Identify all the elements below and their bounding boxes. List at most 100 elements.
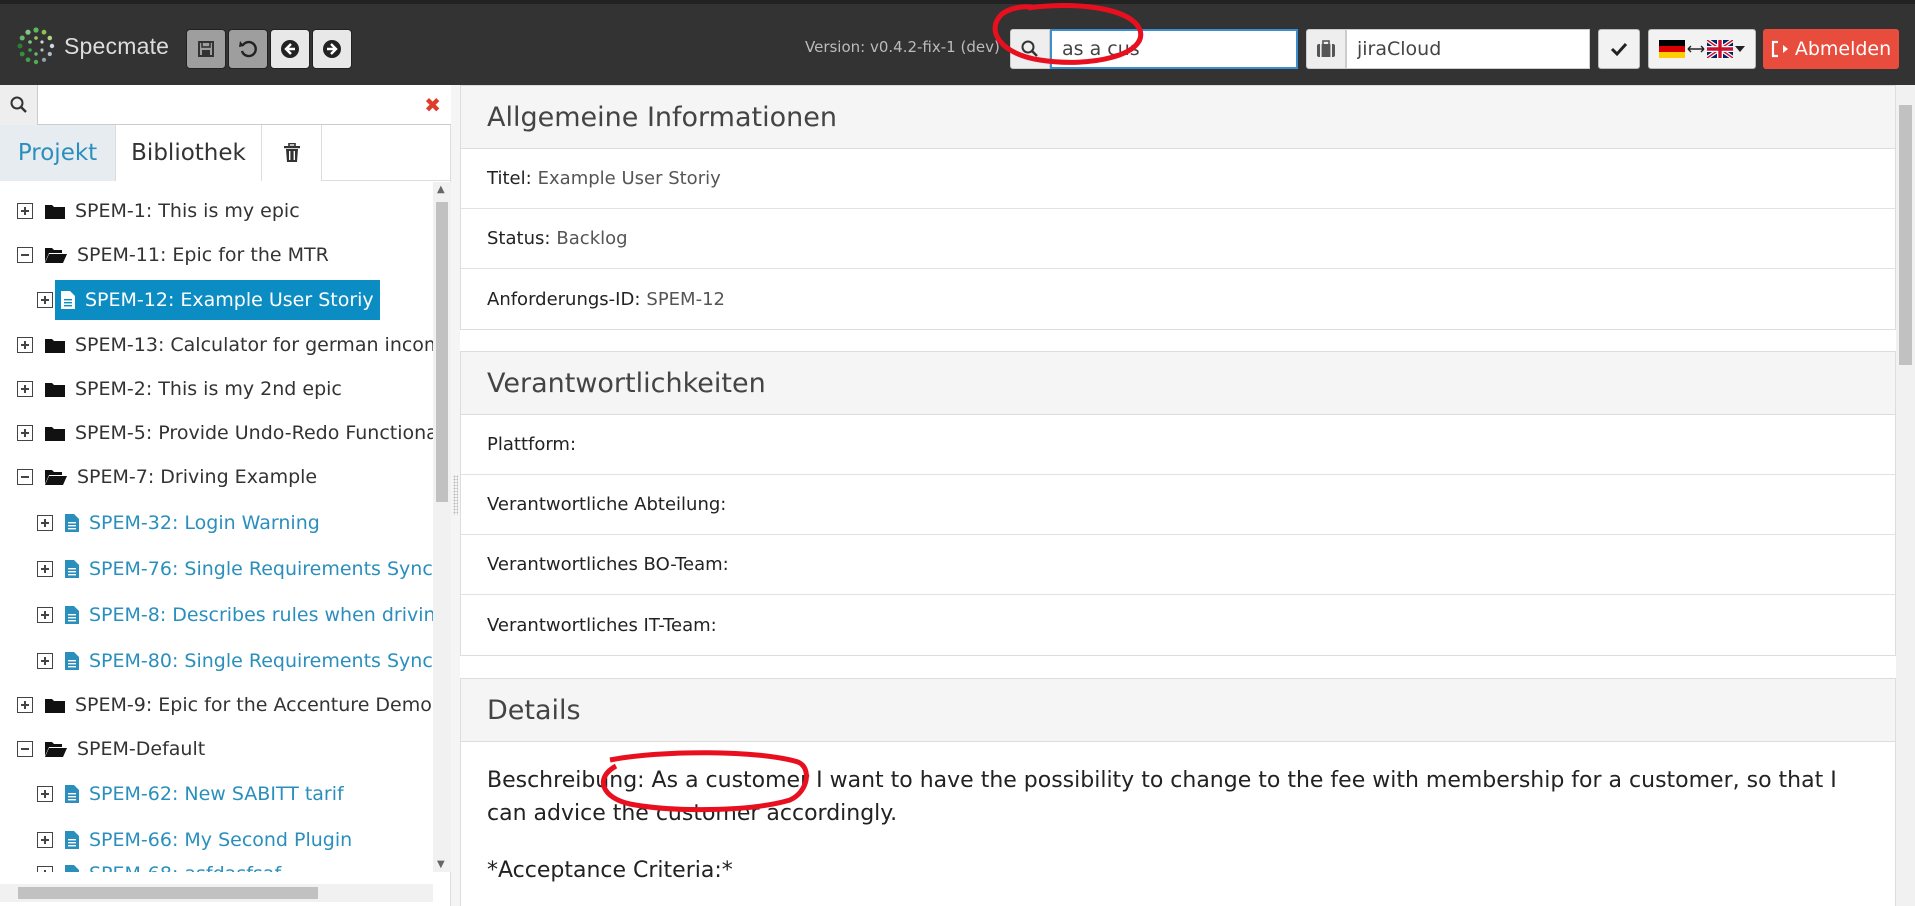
expand-icon[interactable] <box>17 697 33 713</box>
collapse-icon[interactable] <box>17 247 33 263</box>
document-icon <box>65 514 79 532</box>
scroll-thumb[interactable] <box>1899 105 1912 365</box>
tree-item[interactable]: SPEM-32: Login Warning <box>37 503 320 543</box>
tree-item[interactable]: SPEM-2: This is my 2nd epic <box>17 369 342 409</box>
tab-project-label: Projekt <box>17 140 98 166</box>
expand-icon[interactable] <box>37 515 53 531</box>
forward-button[interactable] <box>312 29 352 69</box>
tree-item[interactable]: SPEM-68: asfdasfsaf <box>37 854 281 872</box>
splitter-grip-icon[interactable] <box>453 475 458 515</box>
tree-search-input[interactable] <box>40 89 410 121</box>
tree-item[interactable]: SPEM-9: Epic for the Accenture Demo <box>17 685 432 725</box>
tree-item[interactable]: SPEM-76: Single Requirements Sync Te <box>37 549 433 589</box>
responsibilities-panel: Verantwortlichkeiten Plattform: Verantwo… <box>460 351 1896 656</box>
it-team-row: Verantwortliches IT-Team: <box>461 595 1895 655</box>
expand-icon[interactable] <box>17 381 33 397</box>
brand[interactable]: Specmate <box>16 24 169 68</box>
arrow-left-circle-icon <box>281 40 299 58</box>
collapse-icon[interactable] <box>17 741 33 757</box>
tree-horizontal-scrollbar[interactable] <box>0 884 433 902</box>
search-icon <box>1021 40 1038 57</box>
field-value: Backlog <box>556 228 628 249</box>
main-vertical-scrollbar[interactable] <box>1896 85 1915 906</box>
tree-item[interactable]: SPEM-80: Single Requirements Sync Te <box>37 641 433 681</box>
arrow-right-circle-icon <box>323 40 341 58</box>
brand-name: Specmate <box>64 32 170 59</box>
tree-item[interactable]: SPEM-5: Provide Undo-Redo Functionalit <box>17 413 433 453</box>
clear-search-icon[interactable]: ✖ <box>424 95 441 115</box>
folder-open-icon <box>45 247 67 263</box>
expand-icon[interactable] <box>17 337 33 353</box>
search-addon <box>1010 29 1050 69</box>
scroll-thumb[interactable] <box>436 202 448 502</box>
scroll-thumb[interactable] <box>18 887 318 899</box>
collapse-icon[interactable] <box>17 469 33 485</box>
tab-library-label: Bibliothek <box>131 140 246 166</box>
tree-item-selected[interactable]: SPEM-12: Example User Storiy <box>37 280 380 320</box>
uk-flag-icon <box>1707 40 1733 58</box>
expand-icon[interactable] <box>37 832 53 848</box>
field-value: SPEM-12 <box>646 288 725 310</box>
scroll-down-icon[interactable]: ▼ <box>437 859 445 870</box>
tree-item-label: SPEM-9: Epic for the Accenture Demo <box>75 694 432 716</box>
save-icon <box>198 41 214 57</box>
tree-item[interactable]: SPEM-8: Describes rules when driving i <box>37 595 433 635</box>
tree-item-label: SPEM-76: Single Requirements Sync Te <box>89 558 433 580</box>
caret-down-icon <box>1735 46 1745 52</box>
tree-item[interactable]: SPEM-13: Calculator for german income <box>17 325 433 365</box>
field-label: Plattform: <box>487 434 577 455</box>
project-input[interactable] <box>1346 29 1590 69</box>
description-text: Beschreibung: As a customer I want to ha… <box>487 768 1837 826</box>
tree-search-addon <box>0 85 38 125</box>
document-icon <box>65 785 79 803</box>
tab-trash[interactable] <box>262 125 322 181</box>
field-label: Anforderungs-ID: <box>487 288 641 310</box>
tree-item[interactable]: SPEM-Default <box>17 729 205 769</box>
selected-item[interactable]: SPEM-12: Example User Storiy <box>55 280 380 320</box>
save-button[interactable] <box>186 29 226 69</box>
expand-icon[interactable] <box>37 292 53 308</box>
document-icon <box>65 831 79 849</box>
confirm-project-button[interactable] <box>1598 29 1640 69</box>
requirement-id-row: Anforderungs-ID: SPEM-12 <box>461 269 1895 329</box>
project-addon <box>1306 29 1346 69</box>
expand-icon[interactable] <box>37 866 53 872</box>
tab-library[interactable]: Bibliothek <box>116 125 262 181</box>
requirement-detail: Allgemeine Informationen Titel: Example … <box>460 85 1896 906</box>
tree-item-label: SPEM-12: Example User Storiy <box>85 289 374 311</box>
tree-vertical-scrollbar[interactable]: ▲ ▼ <box>433 182 451 872</box>
tree-item[interactable]: SPEM-11: Epic for the MTR <box>17 235 329 275</box>
field-label: Verantwortliches BO-Team: <box>487 554 729 575</box>
top-navbar: Specmate Version: v0.4.2-fix-1 (dev) as … <box>0 0 1915 85</box>
scroll-up-icon[interactable]: ▲ <box>437 184 445 195</box>
search-icon <box>10 96 27 113</box>
panel-splitter[interactable] <box>451 85 460 906</box>
document-icon <box>65 865 79 872</box>
expand-icon[interactable] <box>17 425 33 441</box>
logout-button[interactable]: Abmelden <box>1763 29 1899 69</box>
trash-icon <box>283 143 300 162</box>
department-row: Verantwortliche Abteilung: <box>461 475 1895 535</box>
tree-item[interactable]: SPEM-7: Driving Example <box>17 457 317 497</box>
folder-icon <box>45 425 65 441</box>
title-row: Titel: Example User Storiy <box>461 149 1895 209</box>
global-search-input[interactable] <box>1050 29 1298 69</box>
tree-item[interactable]: SPEM-1: This is my epic <box>17 191 300 231</box>
expand-icon[interactable] <box>37 786 53 802</box>
expand-icon[interactable] <box>37 653 53 669</box>
undo-button[interactable] <box>228 29 268 69</box>
expand-icon[interactable] <box>37 607 53 623</box>
language-selector[interactable] <box>1648 29 1756 69</box>
tree-item[interactable]: SPEM-62: New SABITT tarif <box>37 774 344 814</box>
back-button[interactable] <box>270 29 310 69</box>
project-explorer: ✖ Projekt Bibliothek SPEM-1: This is my … <box>0 85 451 906</box>
document-icon <box>65 652 79 670</box>
document-icon <box>65 560 79 578</box>
folder-icon <box>45 697 65 713</box>
expand-icon[interactable] <box>17 203 33 219</box>
tree-item-label: SPEM-11: Epic for the MTR <box>77 244 329 266</box>
expand-icon[interactable] <box>37 561 53 577</box>
bo-team-row: Verantwortliches BO-Team: <box>461 535 1895 595</box>
tab-project[interactable]: Projekt <box>0 125 116 181</box>
tree-item-label: SPEM-2: This is my 2nd epic <box>75 378 342 400</box>
